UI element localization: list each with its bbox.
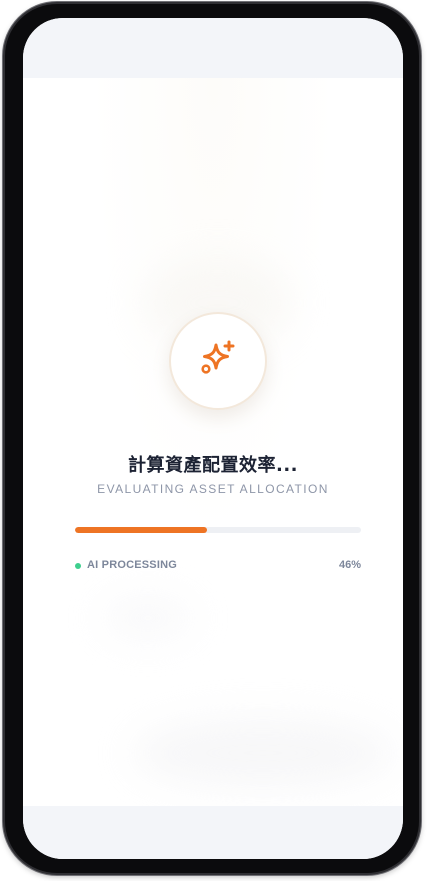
status-dot-icon bbox=[75, 563, 81, 569]
ai-icon-badge bbox=[169, 312, 267, 410]
status-label: AI PROCESSING bbox=[87, 559, 178, 571]
processing-status-row: AI PROCESSING 46% bbox=[75, 559, 361, 575]
loading-subtitle: EVALUATING ASSET ALLOCATION bbox=[97, 482, 329, 496]
status-bar-area bbox=[23, 18, 403, 78]
loading-view bbox=[23, 78, 403, 806]
home-indicator-area bbox=[23, 806, 403, 859]
background-glow bbox=[103, 598, 193, 638]
progress-bar bbox=[75, 527, 361, 533]
sparkles-icon bbox=[201, 340, 235, 374]
phone-frame: 計算資產配置效率... EVALUATING ASSET ALLOCATION … bbox=[3, 2, 421, 875]
progress-bar-fill bbox=[75, 527, 207, 533]
background-glow bbox=[133, 718, 393, 788]
loading-title: 計算資產配置效率... bbox=[127, 455, 298, 476]
progress-percent: 46% bbox=[338, 559, 361, 571]
app-screen: 計算資產配置效率... EVALUATING ASSET ALLOCATION … bbox=[23, 18, 403, 859]
